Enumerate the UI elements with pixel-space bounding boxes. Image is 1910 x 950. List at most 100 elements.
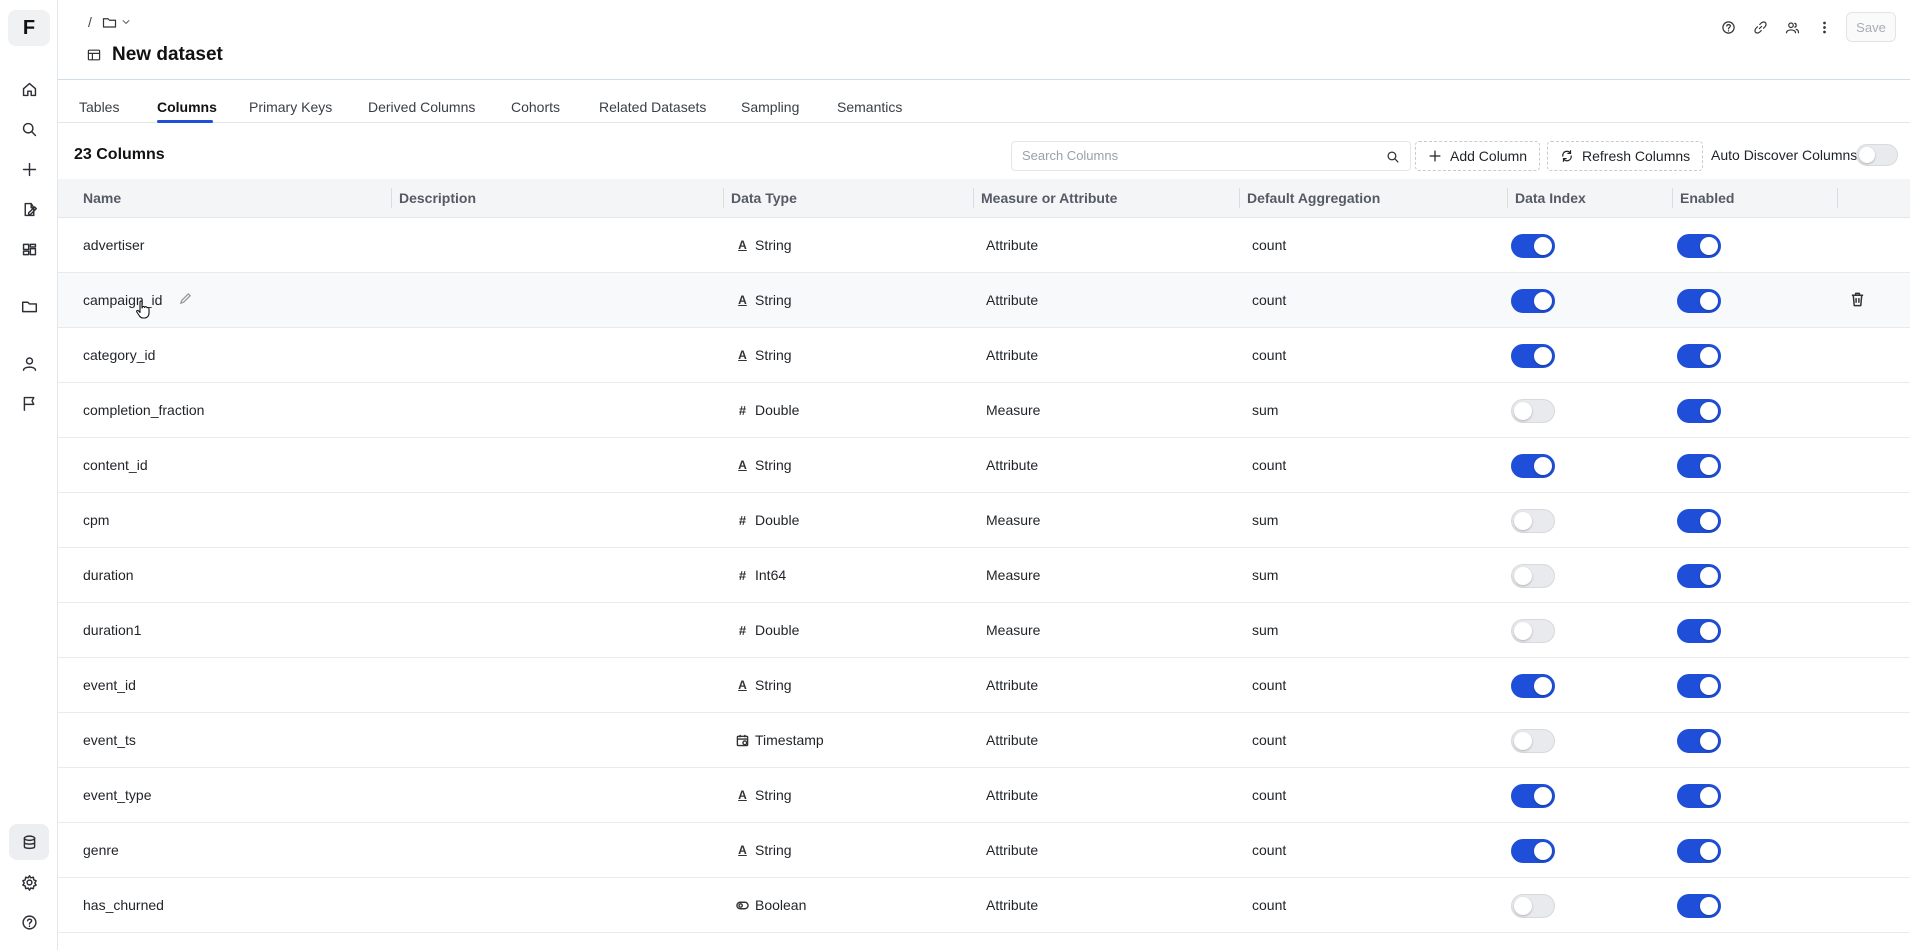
enabled-toggle[interactable] xyxy=(1677,729,1721,753)
measure-or-attribute[interactable]: Measure xyxy=(986,512,1040,528)
folder-icon[interactable] xyxy=(9,288,49,324)
auto-discover-toggle[interactable] xyxy=(1856,144,1898,166)
enabled-toggle[interactable] xyxy=(1677,234,1721,258)
data-type-cell[interactable]: A String xyxy=(736,347,791,363)
search-icon[interactable] xyxy=(9,111,49,147)
default-aggregation[interactable]: count xyxy=(1252,347,1286,363)
column-divider[interactable] xyxy=(1239,188,1240,208)
column-name[interactable]: genre xyxy=(83,842,119,858)
tab-tables[interactable]: Tables xyxy=(79,99,119,115)
default-aggregation[interactable]: count xyxy=(1252,677,1286,693)
column-divider[interactable] xyxy=(1507,188,1508,208)
tab-sampling[interactable]: Sampling xyxy=(741,99,799,115)
enabled-toggle[interactable] xyxy=(1677,674,1721,698)
data-type-cell[interactable]: # Int64 xyxy=(736,567,786,583)
data-type-cell[interactable]: Boolean xyxy=(736,897,806,913)
header-data-type[interactable]: Data Type xyxy=(731,190,797,206)
database-icon[interactable] xyxy=(9,824,49,860)
flag-icon[interactable] xyxy=(9,385,49,421)
enabled-toggle[interactable] xyxy=(1677,289,1721,313)
default-aggregation[interactable]: sum xyxy=(1252,512,1278,528)
enabled-toggle[interactable] xyxy=(1677,454,1721,478)
measure-or-attribute[interactable]: Attribute xyxy=(986,842,1038,858)
column-divider[interactable] xyxy=(723,188,724,208)
data-type-cell[interactable]: A String xyxy=(736,787,791,803)
data-index-toggle[interactable] xyxy=(1511,894,1555,918)
user-icon[interactable] xyxy=(9,345,49,381)
column-name[interactable]: event_type xyxy=(83,787,152,803)
save-button[interactable]: Save xyxy=(1846,12,1896,42)
measure-or-attribute[interactable]: Attribute xyxy=(986,292,1038,308)
table-row[interactable]: campaign_id A String Attribute count xyxy=(58,273,1910,328)
enabled-toggle[interactable] xyxy=(1677,894,1721,918)
help-circle-icon[interactable] xyxy=(1718,13,1738,41)
measure-or-attribute[interactable]: Measure xyxy=(986,567,1040,583)
enabled-toggle[interactable] xyxy=(1677,564,1721,588)
measure-or-attribute[interactable]: Attribute xyxy=(986,237,1038,253)
data-index-toggle[interactable] xyxy=(1511,839,1555,863)
measure-or-attribute[interactable]: Attribute xyxy=(986,457,1038,473)
gear-icon[interactable] xyxy=(9,864,49,900)
default-aggregation[interactable]: count xyxy=(1252,732,1286,748)
column-divider[interactable] xyxy=(973,188,974,208)
default-aggregation[interactable]: count xyxy=(1252,237,1286,253)
edit-pencil-icon[interactable] xyxy=(179,292,193,306)
data-index-toggle[interactable] xyxy=(1511,729,1555,753)
breadcrumb-folder-icon[interactable] xyxy=(102,15,117,30)
data-index-toggle[interactable] xyxy=(1511,784,1555,808)
data-type-cell[interactable]: A String xyxy=(736,457,791,473)
default-aggregation[interactable]: sum xyxy=(1252,402,1278,418)
data-type-cell[interactable]: A String xyxy=(736,237,791,253)
table-row[interactable]: event_ts Timestamp Attribute count xyxy=(58,713,1910,768)
enabled-toggle[interactable] xyxy=(1677,344,1721,368)
chevron-down-icon[interactable] xyxy=(121,17,131,27)
page-title[interactable]: New dataset xyxy=(112,44,223,66)
column-name[interactable]: duration1 xyxy=(83,622,141,638)
table-row[interactable]: category_id A String Attribute count xyxy=(58,328,1910,383)
link-icon[interactable] xyxy=(1750,13,1770,41)
data-index-toggle[interactable] xyxy=(1511,234,1555,258)
table-row[interactable]: event_type A String Attribute count xyxy=(58,768,1910,823)
data-type-cell[interactable]: # Double xyxy=(736,512,800,528)
add-column-button[interactable]: Add Column xyxy=(1415,141,1541,171)
enabled-toggle[interactable] xyxy=(1677,839,1721,863)
search-icon[interactable] xyxy=(1386,150,1400,164)
table-row[interactable]: completion_fraction # Double Measure sum xyxy=(58,383,1910,438)
data-type-cell[interactable]: A String xyxy=(736,842,791,858)
default-aggregation[interactable]: count xyxy=(1252,292,1286,308)
data-index-toggle[interactable] xyxy=(1511,619,1555,643)
plus-icon[interactable] xyxy=(9,151,49,187)
tab-columns[interactable]: Columns xyxy=(157,99,217,115)
data-index-toggle[interactable] xyxy=(1511,564,1555,588)
header-measure[interactable]: Measure or Attribute xyxy=(981,190,1117,206)
users-icon[interactable] xyxy=(1782,13,1802,41)
table-row[interactable]: event_id A String Attribute count xyxy=(58,658,1910,713)
table-row[interactable]: content_id A String Attribute count xyxy=(58,438,1910,493)
data-type-cell[interactable]: # Double xyxy=(736,402,800,418)
table-row[interactable]: has_churned Boolean Attribute count xyxy=(58,878,1910,933)
table-row[interactable]: cpm # Double Measure sum xyxy=(58,493,1910,548)
data-type-cell[interactable]: Timestamp xyxy=(736,732,824,748)
data-index-toggle[interactable] xyxy=(1511,454,1555,478)
tab-primary-keys[interactable]: Primary Keys xyxy=(249,99,332,115)
data-index-toggle[interactable] xyxy=(1511,399,1555,423)
column-divider[interactable] xyxy=(391,188,392,208)
help-icon[interactable] xyxy=(9,904,49,940)
header-name[interactable]: Name xyxy=(83,190,121,206)
home-icon[interactable] xyxy=(9,71,49,107)
search-input[interactable] xyxy=(1022,148,1362,163)
enabled-toggle[interactable] xyxy=(1677,619,1721,643)
tab-derived-columns[interactable]: Derived Columns xyxy=(368,99,475,115)
data-index-toggle[interactable] xyxy=(1511,344,1555,368)
column-name[interactable]: has_churned xyxy=(83,897,164,913)
header-data-index[interactable]: Data Index xyxy=(1515,190,1586,206)
enabled-toggle[interactable] xyxy=(1677,509,1721,533)
table-row[interactable]: genre A String Attribute count xyxy=(58,823,1910,878)
header-aggregation[interactable]: Default Aggregation xyxy=(1247,190,1380,206)
data-index-toggle[interactable] xyxy=(1511,509,1555,533)
delete-icon[interactable] xyxy=(1850,291,1866,309)
edit-document-icon[interactable] xyxy=(9,191,49,227)
column-name[interactable]: cpm xyxy=(83,512,109,528)
data-index-toggle[interactable] xyxy=(1511,674,1555,698)
column-name[interactable]: duration xyxy=(83,567,134,583)
